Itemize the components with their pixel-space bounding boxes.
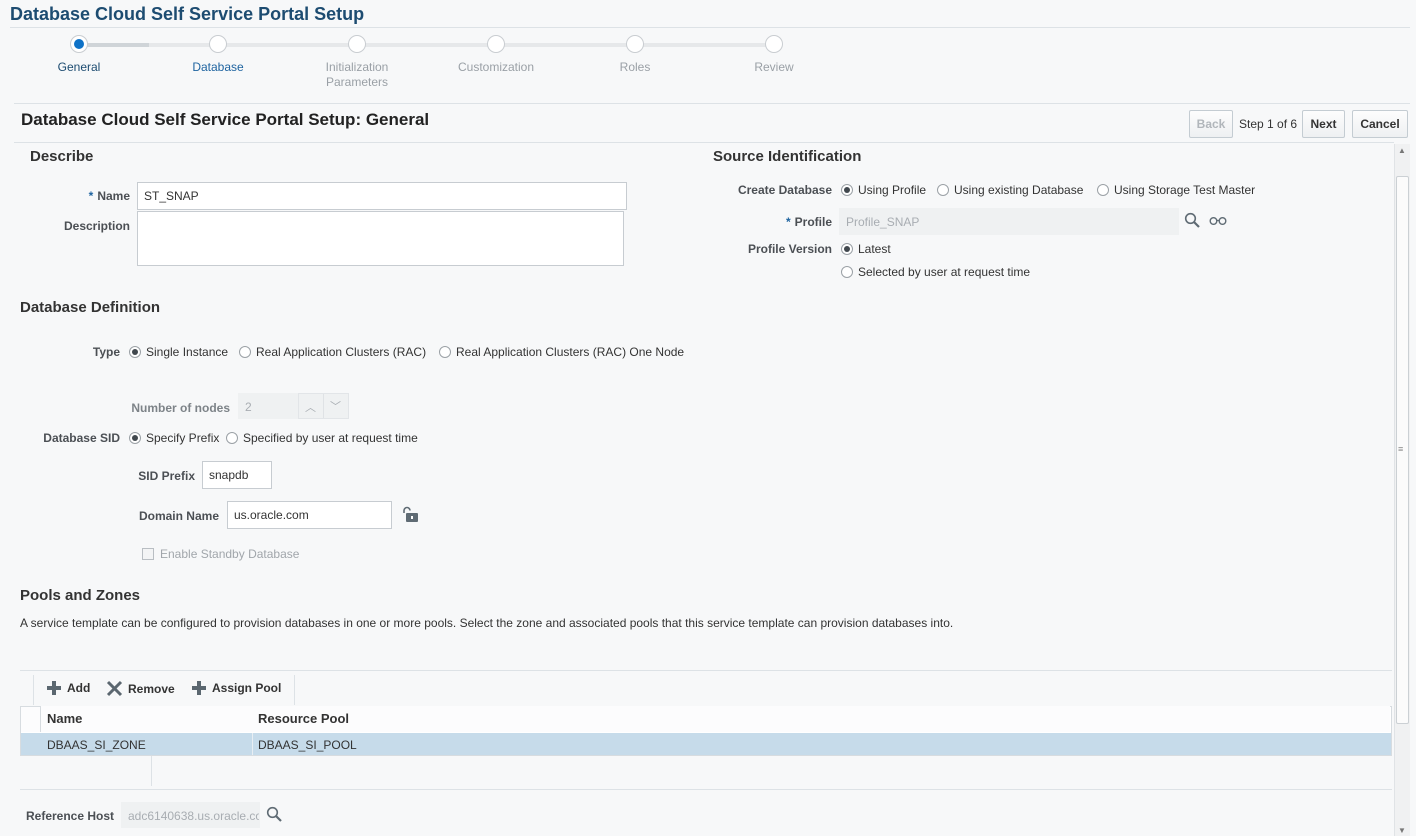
definition-heading: Database Definition <box>20 299 161 316</box>
app-title: Database Cloud Self Service Portal Setup <box>10 4 365 24</box>
column-header-name[interactable]: Name <box>41 706 253 732</box>
sid-specify-prefix-radio[interactable]: Specify Prefix <box>129 431 219 445</box>
cell-resource-pool: DBAAS_SI_POOL <box>258 738 357 752</box>
table-footer-divider <box>151 756 152 786</box>
sid-user-request-radio[interactable]: Specified by user at request time <box>226 431 418 445</box>
source-heading: Source Identification <box>713 148 862 165</box>
type-rac-one-node-radio[interactable]: Real Application Clusters (RAC) One Node <box>439 345 684 359</box>
search-icon[interactable] <box>1184 212 1201 229</box>
sid-label: Database SID <box>43 431 120 445</box>
create-using-existing-radio[interactable]: Using existing Database <box>937 183 1083 197</box>
required-icon: * <box>785 215 791 229</box>
footer-divider <box>20 789 1392 790</box>
domain-field[interactable]: us.oracle.com <box>227 501 392 529</box>
pools-divider <box>20 670 1392 671</box>
train-label-init-params: Initialization Parameters <box>325 60 389 89</box>
type-label: Type <box>92 345 120 359</box>
chevron-up-icon[interactable]: ︿ <box>305 399 316 415</box>
column-header-resource-pool[interactable]: Resource Pool <box>252 706 1390 732</box>
train-divider <box>14 103 1410 104</box>
cancel-button[interactable]: Cancel <box>1352 110 1408 138</box>
grip-icon: ≡ <box>1398 444 1404 454</box>
describe-heading: Describe <box>30 148 94 165</box>
create-using-profile-radio[interactable]: Using Profile <box>841 183 926 197</box>
train-stop-review <box>765 35 783 53</box>
pools-heading: Pools and Zones <box>20 587 141 604</box>
radio-selected-icon <box>841 184 853 196</box>
name-field[interactable]: ST_SNAP <box>137 182 627 210</box>
name-label: * Name <box>88 189 130 203</box>
train-label-general[interactable]: General <box>19 60 139 75</box>
type-rac-radio[interactable]: Real Application Clusters (RAC) <box>239 345 426 359</box>
version-latest-radio[interactable]: Latest <box>841 242 891 256</box>
chevron-down-icon[interactable]: ﹀ <box>330 398 341 414</box>
train-label-review: Review <box>754 60 794 74</box>
nodes-stepper[interactable]: ︿ ﹀ <box>298 393 349 419</box>
description-label: Description <box>63 219 130 233</box>
profile-label: * Profile <box>785 215 832 229</box>
back-button[interactable]: Back <box>1189 110 1233 138</box>
profile-version-label: Profile Version <box>747 242 832 256</box>
header-divider <box>10 27 1410 28</box>
train-stop-init-params <box>348 35 366 53</box>
radio-icon <box>841 266 853 278</box>
train-track <box>79 43 775 47</box>
next-button[interactable]: Next <box>1302 110 1345 138</box>
train-stop-general[interactable] <box>70 35 88 53</box>
train-label-roles: Roles <box>619 60 651 74</box>
domain-label: Domain Name <box>138 509 219 523</box>
create-using-test-master-radio[interactable]: Using Storage Test Master <box>1097 183 1255 197</box>
nodes-field[interactable]: 2 <box>238 393 298 419</box>
radio-icon <box>439 346 451 358</box>
row-header-corner <box>21 707 41 732</box>
description-field[interactable] <box>137 211 624 266</box>
sid-prefix-field[interactable]: snapdb <box>202 461 272 489</box>
page-title: Database Cloud Self Service Portal Setup… <box>21 110 430 129</box>
close-icon <box>106 680 123 697</box>
radio-icon <box>226 432 238 444</box>
radio-icon <box>937 184 949 196</box>
train-stop-roles <box>626 35 644 53</box>
step-indicator: Step 1 of 6 <box>1239 117 1298 131</box>
reference-host-label: Reference Host <box>26 809 115 823</box>
add-button[interactable]: Add <box>46 680 90 696</box>
radio-icon <box>239 346 251 358</box>
remove-button[interactable]: Remove <box>106 680 175 697</box>
train-stop-database[interactable] <box>209 35 227 53</box>
version-user-request-radio[interactable]: Selected by user at request time <box>841 265 1030 279</box>
train-label-database[interactable]: Database <box>158 60 278 75</box>
type-single-instance-radio[interactable]: Single Instance <box>129 345 228 359</box>
profile-field[interactable]: Profile_SNAP <box>839 208 1179 235</box>
required-icon: * <box>88 189 94 203</box>
scroll-up-icon[interactable]: ▲ <box>1398 146 1406 155</box>
scroll-down-icon[interactable]: ▼ <box>1398 826 1406 835</box>
search-icon[interactable] <box>266 806 283 823</box>
radio-selected-icon <box>129 346 141 358</box>
enable-standby-checkbox[interactable]: Enable Standby Database <box>142 547 299 561</box>
assign-pool-button[interactable]: Assign Pool <box>191 680 281 696</box>
sid-prefix-label: SID Prefix <box>138 469 195 483</box>
radio-selected-icon <box>841 243 853 255</box>
table-row[interactable] <box>21 733 1391 755</box>
checkbox-icon <box>142 548 154 560</box>
view-details-icon[interactable] <box>1209 214 1227 226</box>
train-label-customization: Customization <box>457 60 535 74</box>
train-progress <box>79 43 149 47</box>
title-divider <box>14 142 1394 143</box>
plus-icon <box>192 681 206 695</box>
radio-selected-icon <box>129 432 141 444</box>
create-database-label: Create Database <box>737 183 832 197</box>
reference-host-field[interactable]: adc6140638.us.oracle.com <box>121 802 260 828</box>
plus-icon <box>47 681 61 695</box>
cell-name: DBAAS_SI_ZONE <box>47 738 146 752</box>
pools-description: A service template can be configured to … <box>20 616 954 630</box>
train-stop-customization <box>487 35 505 53</box>
radio-icon <box>1097 184 1109 196</box>
unlock-icon[interactable] <box>401 506 419 523</box>
nodes-label: Number of nodes <box>131 401 230 415</box>
stepper-divider <box>323 394 324 418</box>
